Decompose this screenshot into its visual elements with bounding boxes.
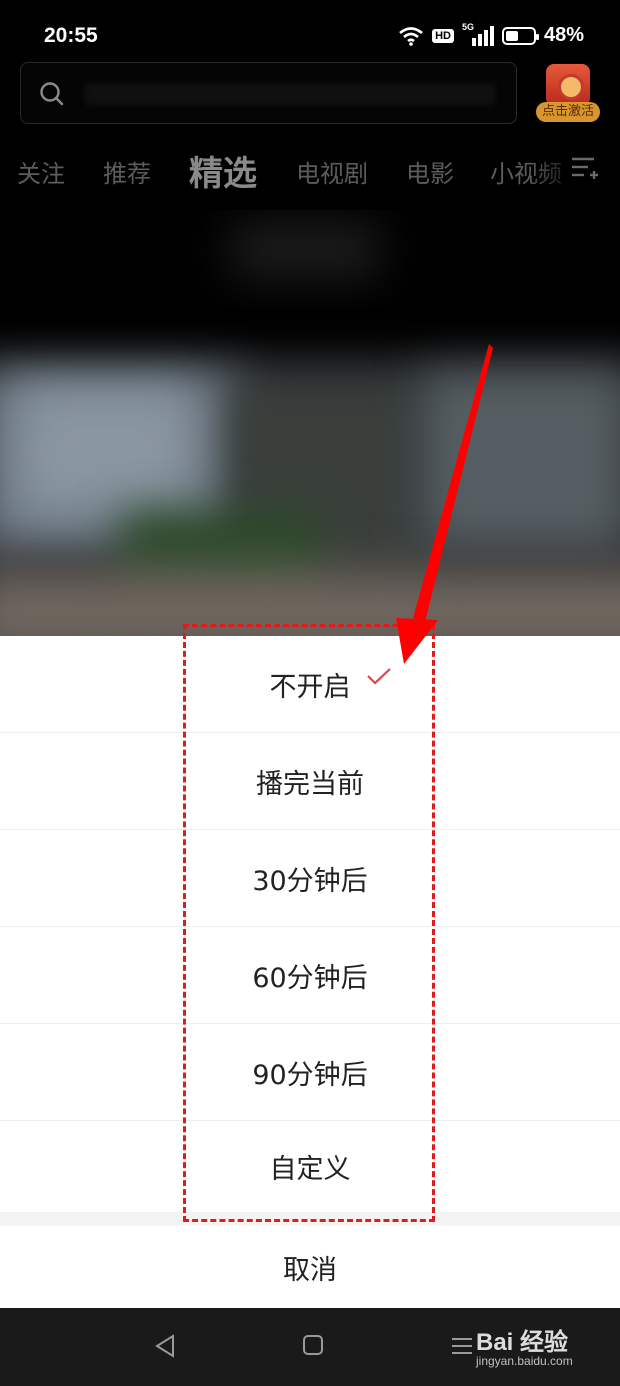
gift-icon — [546, 64, 590, 106]
status-bar: 20:55 HD 5G 48% — [0, 0, 620, 70]
status-time: 20:55 — [44, 24, 98, 47]
battery-icon — [501, 26, 539, 45]
status-icons: HD 5G 48% — [398, 22, 584, 47]
promo-label: 点击激活 — [536, 102, 600, 122]
search-icon — [40, 82, 64, 106]
battery-text: 48% — [543, 24, 584, 46]
video-preview[interactable] — [0, 210, 620, 636]
nav-home-icon[interactable] — [302, 1334, 324, 1356]
cancel-button[interactable]: 取消 — [0, 1226, 620, 1308]
battery-fill — [505, 30, 519, 41]
annotation-highlight-box — [183, 624, 435, 1222]
nav-back-icon[interactable] — [154, 1334, 176, 1358]
search-placeholder — [85, 83, 495, 105]
tab-menu-icon[interactable] — [570, 154, 598, 182]
system-nav-bar: Bai 经验 jingyan.baidu.com — [0, 1308, 620, 1386]
watermark-brand: Bai 经验 — [476, 1329, 569, 1356]
tab-featured[interactable]: 精选 — [189, 146, 257, 195]
hd-badge: HD — [432, 28, 454, 43]
tab-recommend[interactable]: 推荐 — [103, 154, 151, 189]
cancel-label: 取消 — [283, 1254, 337, 1286]
search-input[interactable] — [20, 62, 517, 124]
network-type: 5G — [461, 21, 474, 32]
nav-recents-icon[interactable] — [450, 1336, 474, 1356]
tab-movies[interactable]: 电影 — [406, 154, 454, 189]
tab-follow[interactable]: 关注 — [17, 154, 65, 189]
category-tabs: 关注 推荐 精选 电视剧 电影 小视频 — [0, 140, 620, 200]
wifi-icon — [399, 26, 423, 46]
signal-icon: 5G — [462, 22, 494, 46]
promo-button[interactable]: 点击激活 — [536, 62, 600, 124]
watermark-url: jingyan.baidu.com — [476, 1354, 573, 1368]
tab-tv-series[interactable]: 电视剧 — [296, 154, 368, 189]
